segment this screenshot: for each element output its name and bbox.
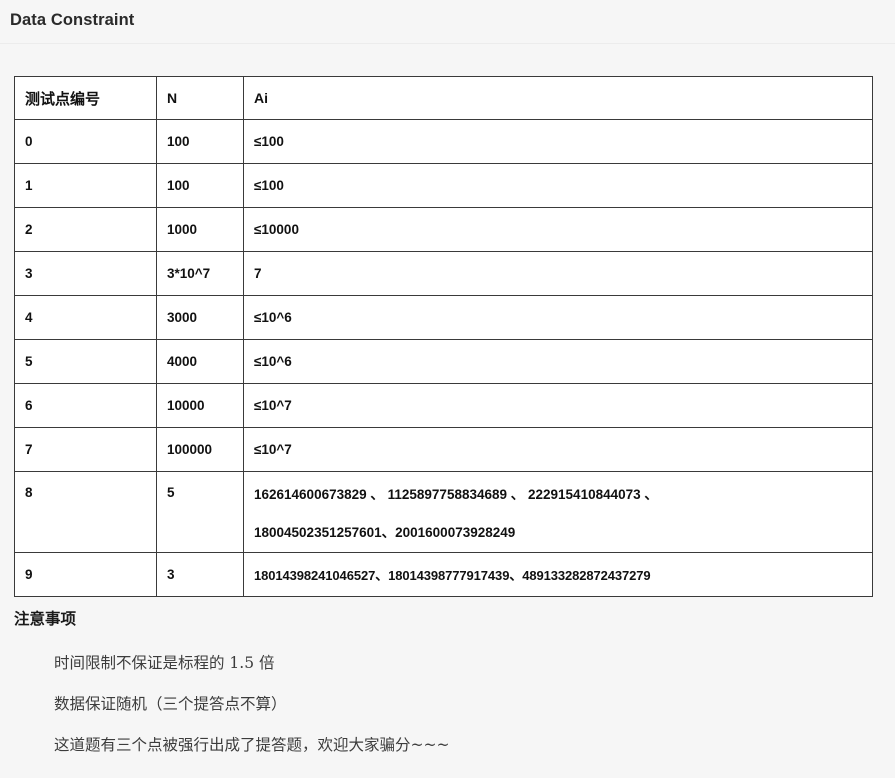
note-item: 时间限制不保证是标程的 1.5 倍: [54, 654, 275, 672]
cell-ai: ≤10000: [243, 207, 873, 252]
cell-n: 3*10^7: [156, 251, 244, 296]
cell-test-index: 5: [14, 339, 157, 384]
cell-test-index: 1: [14, 163, 157, 208]
cell-test-index: 7: [14, 427, 157, 472]
section-header: Data Constraint: [0, 0, 895, 44]
cell-test-index: 2: [14, 207, 157, 252]
cell-ai-line: ≤10^6: [254, 310, 292, 325]
cell-n: 100: [156, 163, 244, 208]
cell-test-index: 0: [14, 119, 157, 164]
cell-ai-line: 18004502351257601、2001600073928249: [254, 525, 516, 540]
cell-ai: ≤100: [243, 163, 873, 208]
cell-test-index: 3: [14, 251, 157, 296]
table-row: 8 5 162614600673829 、 1125897758834689 、 2…: [14, 471, 873, 553]
table-row: 0 100 ≤100: [14, 119, 873, 164]
cell-test-index: 9: [14, 552, 157, 597]
cell-ai-line: ≤10^6: [254, 354, 292, 369]
notes-section: 注意事项 时间限制不保证是标程的 1.5 倍数据保证随机（三个提答点不算） 这道题…: [14, 609, 874, 766]
cell-ai: ≤10^6: [243, 295, 873, 340]
cell-n: 1000: [156, 207, 244, 252]
notes-title: 注意事项: [14, 610, 77, 628]
cell-n: 5: [156, 471, 244, 553]
cell-n: 100: [156, 119, 244, 164]
data-constraint-table: 测试点编号 N Ai 0 100 ≤100 1 100 ≤100 2 1000 ≤10000 3 3…: [14, 76, 873, 597]
notes-list: 时间限制不保证是标程的 1.5 倍数据保证随机（三个提答点不算） 这道题有三个点被…: [14, 643, 874, 766]
cell-ai-line: 162614600673829 、 1125897758834689 、 222…: [254, 487, 658, 502]
cell-ai: ≤10^7: [243, 427, 873, 472]
cell-ai-line: ≤10^7: [254, 398, 292, 413]
data-constraint-table-container: 测试点编号 N Ai 0 100 ≤100 1 100 ≤100 2 1000 ≤10000 3 3…: [14, 76, 873, 597]
column-header-test-index: 测试点编号: [14, 76, 157, 120]
cell-ai-line: ≤10^7: [254, 442, 292, 457]
cell-n: 10000: [156, 383, 244, 428]
cell-test-index: 8: [14, 471, 157, 553]
table-header: 测试点编号 N Ai: [14, 76, 873, 120]
cell-ai: ≤10^6: [243, 339, 873, 384]
cell-ai: 18014398241046527、18014398777917439、4891…: [243, 552, 873, 597]
cell-ai: 162614600673829 、 1125897758834689 、 222…: [243, 471, 873, 553]
cell-ai: ≤100: [243, 119, 873, 164]
cell-n: 3: [156, 552, 244, 597]
table-row: 9 3 18014398241046527、18014398777917439、48…: [14, 552, 873, 597]
page-root: Data Constraint 测试点编号 N Ai 0 100 ≤100 1 100 ≤…: [0, 0, 895, 778]
cell-n: 4000: [156, 339, 244, 384]
table-row: 5 4000 ≤10^6: [14, 339, 873, 384]
column-header-n: N: [156, 76, 244, 120]
table-row: 1 100 ≤100: [14, 163, 873, 208]
table-row: 7 100000 ≤10^7: [14, 427, 873, 472]
table-row: 2 1000 ≤10000: [14, 207, 873, 252]
table-row: 4 3000 ≤10^6: [14, 295, 873, 340]
note-item: 这道题有三个点被强行出成了提答题，欢迎大家骗分~~~: [54, 736, 450, 754]
cell-n: 100000: [156, 427, 244, 472]
cell-ai-line: 7: [254, 266, 262, 281]
column-header-ai: Ai: [243, 76, 873, 120]
table-body: 0 100 ≤100 1 100 ≤100 2 1000 ≤10000 3 3*10^7 7 4 3000…: [14, 119, 873, 597]
cell-ai: ≤10^7: [243, 383, 873, 428]
cell-test-index: 6: [14, 383, 157, 428]
cell-ai: 7: [243, 251, 873, 296]
table-row: 6 10000 ≤10^7: [14, 383, 873, 428]
page-title: Data Constraint: [10, 11, 135, 29]
note-item: 数据保证随机（三个提答点不算）: [54, 695, 287, 713]
cell-test-index: 4: [14, 295, 157, 340]
cell-ai-line: ≤100: [254, 178, 284, 193]
table-header-row: 测试点编号 N Ai: [14, 76, 873, 120]
cell-ai-line: ≤10000: [254, 222, 299, 237]
cell-ai-line: 18014398241046527、18014398777917439、4891…: [254, 568, 651, 583]
table-row: 3 3*10^7 7: [14, 251, 873, 296]
cell-n: 3000: [156, 295, 244, 340]
cell-ai-line: ≤100: [254, 134, 284, 149]
